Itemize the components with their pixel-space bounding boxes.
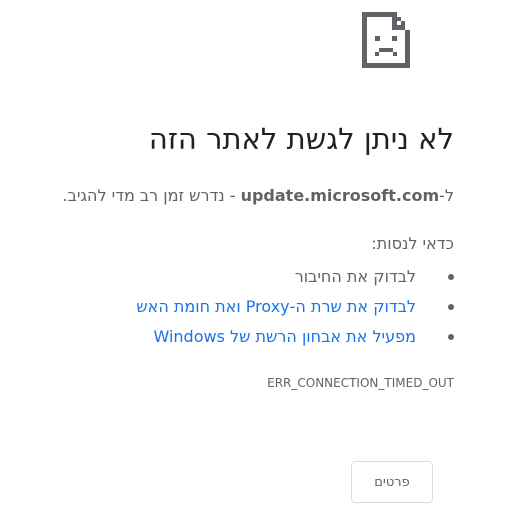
bullet-icon bbox=[448, 304, 454, 310]
error-description: ל-update.microsoft.com - נדרש זמן רב מדי… bbox=[62, 186, 454, 205]
try-label: כדאי לנסות: bbox=[371, 234, 454, 253]
suggestion-network-diagnostics[interactable]: מפעיל את אבחון הרשת של Windows bbox=[136, 322, 454, 352]
subtitle-prefix: ל- bbox=[439, 186, 454, 205]
suggestion-check-proxy[interactable]: לבדוק את שרת ה-Proxy ואת חומת האש bbox=[136, 292, 454, 322]
suggestion-text: לבדוק את החיבור bbox=[294, 267, 416, 286]
host-name: update.microsoft.com bbox=[240, 186, 440, 205]
sad-page-icon bbox=[362, 12, 410, 68]
proxy-firewall-link[interactable]: לבדוק את שרת ה-Proxy ואת חומת האש bbox=[136, 297, 416, 316]
suggestion-check-connection: לבדוק את החיבור bbox=[136, 262, 454, 292]
bullet-icon bbox=[448, 334, 454, 340]
subtitle-suffix: - נדרש זמן רב מדי להגיב. bbox=[62, 186, 236, 205]
details-button[interactable]: פרטים bbox=[351, 461, 433, 503]
page-title: לא ניתן לגשת לאתר הזה bbox=[148, 122, 454, 156]
suggestions-list: לבדוק את החיבור לבדוק את שרת ה-Proxy ואת… bbox=[136, 262, 454, 352]
error-code: ERR_CONNECTION_TIMED_OUT bbox=[267, 376, 454, 390]
bullet-icon bbox=[448, 274, 454, 280]
network-diagnostics-link[interactable]: מפעיל את אבחון הרשת של Windows bbox=[154, 327, 417, 346]
error-page: לא ניתן לגשת לאתר הזה ל-update.microsoft… bbox=[0, 0, 520, 510]
